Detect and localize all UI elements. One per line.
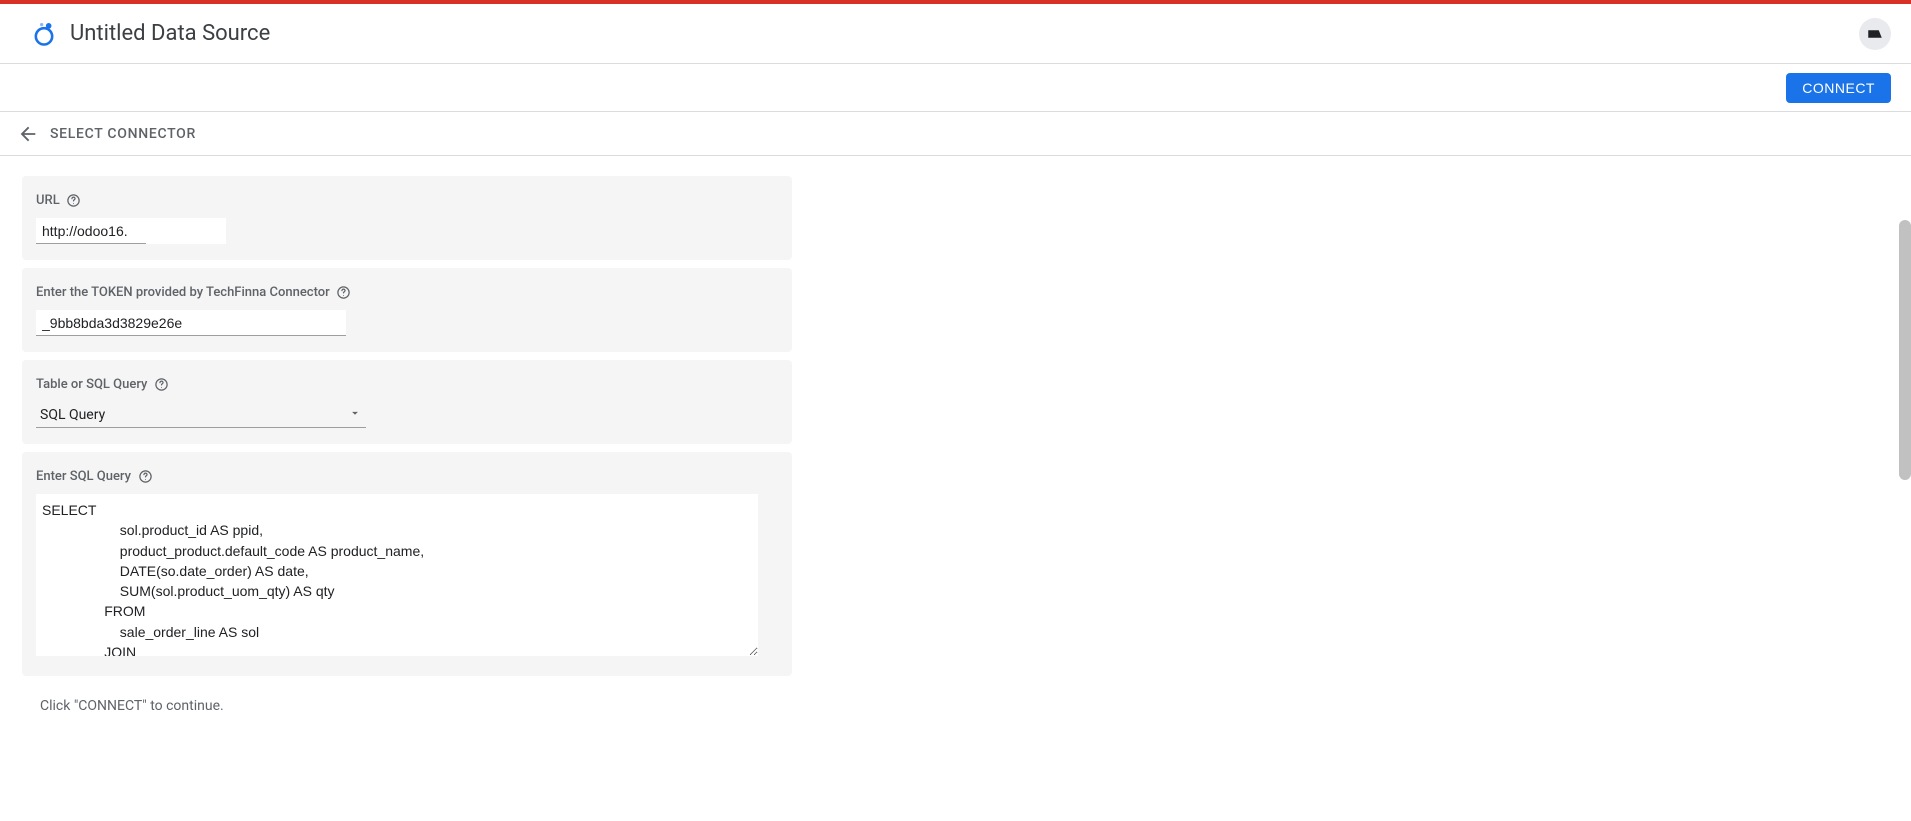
- section-query-type: Table or SQL Query SQL Query: [22, 360, 792, 444]
- header-left: Untitled Data Source: [30, 20, 270, 48]
- breadcrumb-label: SELECT CONNECTOR: [50, 126, 196, 142]
- back-arrow-icon[interactable]: [16, 122, 40, 146]
- token-label: Enter the TOKEN provided by TechFinna Co…: [36, 285, 330, 300]
- page-title[interactable]: Untitled Data Source: [70, 21, 270, 46]
- breadcrumb-bar: SELECT CONNECTOR: [0, 112, 1911, 156]
- section-url: URL: [22, 176, 792, 260]
- querytype-selected: SQL Query: [40, 407, 105, 423]
- header: Untitled Data Source: [0, 4, 1911, 64]
- sql-label-row: Enter SQL Query: [36, 468, 778, 484]
- action-bar: CONNECT: [0, 64, 1911, 112]
- querytype-select[interactable]: SQL Query: [36, 402, 366, 428]
- looker-studio-icon: [30, 20, 58, 48]
- hint-text: Click "CONNECT" to continue.: [40, 698, 1889, 714]
- querytype-label: Table or SQL Query: [36, 377, 147, 392]
- connect-button[interactable]: CONNECT: [1786, 73, 1891, 103]
- url-label-row: URL: [36, 192, 778, 208]
- chevron-down-icon: [348, 406, 362, 424]
- url-input[interactable]: [36, 218, 146, 244]
- help-icon[interactable]: [336, 284, 352, 300]
- sql-textarea[interactable]: [36, 494, 758, 656]
- content: URL Enter the TOKEN provided by TechFinn…: [0, 156, 1911, 734]
- help-icon[interactable]: [66, 192, 82, 208]
- querytype-label-row: Table or SQL Query: [36, 376, 778, 392]
- avatar[interactable]: [1859, 18, 1891, 50]
- url-label: URL: [36, 193, 60, 208]
- page-scrollbar[interactable]: [1899, 220, 1911, 480]
- section-sql: Enter SQL Query: [22, 452, 792, 676]
- token-label-row: Enter the TOKEN provided by TechFinna Co…: [36, 284, 778, 300]
- help-icon[interactable]: [153, 376, 169, 392]
- token-input[interactable]: [36, 310, 346, 336]
- sql-label: Enter SQL Query: [36, 469, 131, 484]
- help-icon[interactable]: [137, 468, 153, 484]
- form-panel: URL Enter the TOKEN provided by TechFinn…: [22, 176, 792, 676]
- section-token: Enter the TOKEN provided by TechFinna Co…: [22, 268, 792, 352]
